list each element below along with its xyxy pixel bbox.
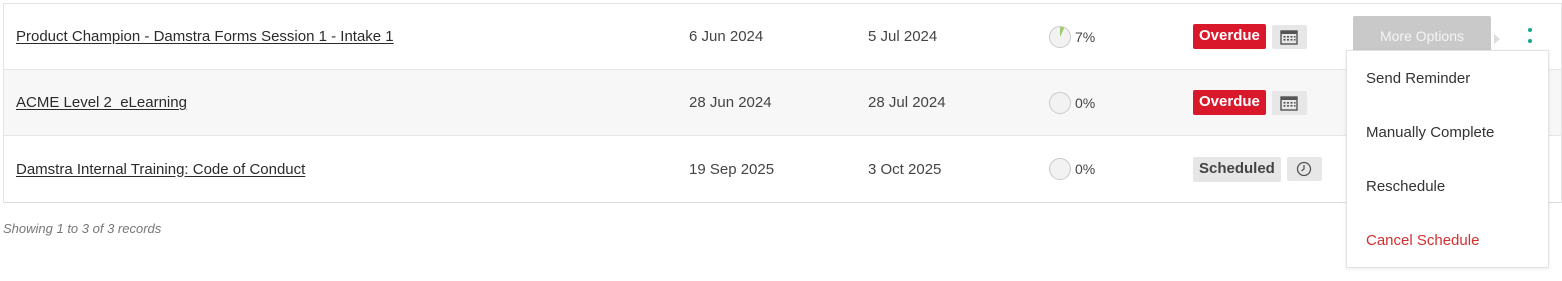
course-title-link[interactable]: Product Champion - Damstra Forms Session… <box>16 28 394 45</box>
start-date: 6 Jun 2024 <box>689 28 764 45</box>
due-date: 3 Oct 2025 <box>868 160 942 178</box>
course-title-link[interactable]: ACME Level 2_eLearning <box>16 94 187 111</box>
table-row: ACME Level 2_eLearning 28 Jun 2024 28 Ju… <box>4 70 1561 136</box>
status-cell: Overdue <box>1193 70 1307 135</box>
title-cell: Product Champion - Damstra Forms Session… <box>16 4 394 69</box>
due-date: 5 Jul 2024 <box>868 28 938 45</box>
clock-icon[interactable] <box>1286 157 1322 181</box>
title-cell: Damstra Internal Training: Code of Condu… <box>16 136 305 202</box>
training-table: Product Champion - Damstra Forms Session… <box>3 3 1562 203</box>
progress-pie-icon <box>1049 25 1071 48</box>
progress-text: 0% <box>1075 161 1096 177</box>
more-options-menu: Send Reminder Manually Complete Reschedu… <box>1346 50 1549 268</box>
menu-item-manually-complete[interactable]: Manually Complete <box>1347 105 1548 159</box>
progress-pie-icon <box>1049 158 1071 180</box>
menu-item-reschedule[interactable]: Reschedule <box>1347 159 1548 213</box>
progress-cell: 7% <box>1049 4 1095 69</box>
calendar-icon[interactable] <box>1271 90 1307 115</box>
status-cell: Overdue <box>1193 4 1307 69</box>
status-cell: Scheduled <box>1193 136 1322 202</box>
caret-right-icon <box>1494 34 1500 44</box>
start-date: 28 Jun 2024 <box>689 94 772 111</box>
progress-text: 0% <box>1075 94 1096 111</box>
due-date: 28 Jul 2024 <box>868 94 946 111</box>
table-row: Damstra Internal Training: Code of Condu… <box>4 136 1561 202</box>
menu-item-send-reminder[interactable]: Send Reminder <box>1347 51 1548 105</box>
title-cell: ACME Level 2_eLearning <box>16 70 187 135</box>
status-badge: Overdue <box>1193 90 1266 115</box>
progress-pie-icon <box>1049 91 1071 114</box>
calendar-icon[interactable] <box>1271 24 1307 49</box>
progress-cell: 0% <box>1049 70 1095 135</box>
records-count: Showing 1 to 3 of 3 records <box>3 221 162 236</box>
table-row: Product Champion - Damstra Forms Session… <box>4 4 1561 70</box>
start-date: 19 Sep 2025 <box>689 160 775 178</box>
progress-cell: 0% <box>1049 136 1095 202</box>
status-badge: Scheduled <box>1193 156 1281 182</box>
course-title-link[interactable]: Damstra Internal Training: Code of Condu… <box>16 161 305 178</box>
menu-item-cancel-schedule[interactable]: Cancel Schedule <box>1347 213 1548 267</box>
status-badge: Overdue <box>1193 24 1266 49</box>
progress-text: 7% <box>1075 28 1096 45</box>
